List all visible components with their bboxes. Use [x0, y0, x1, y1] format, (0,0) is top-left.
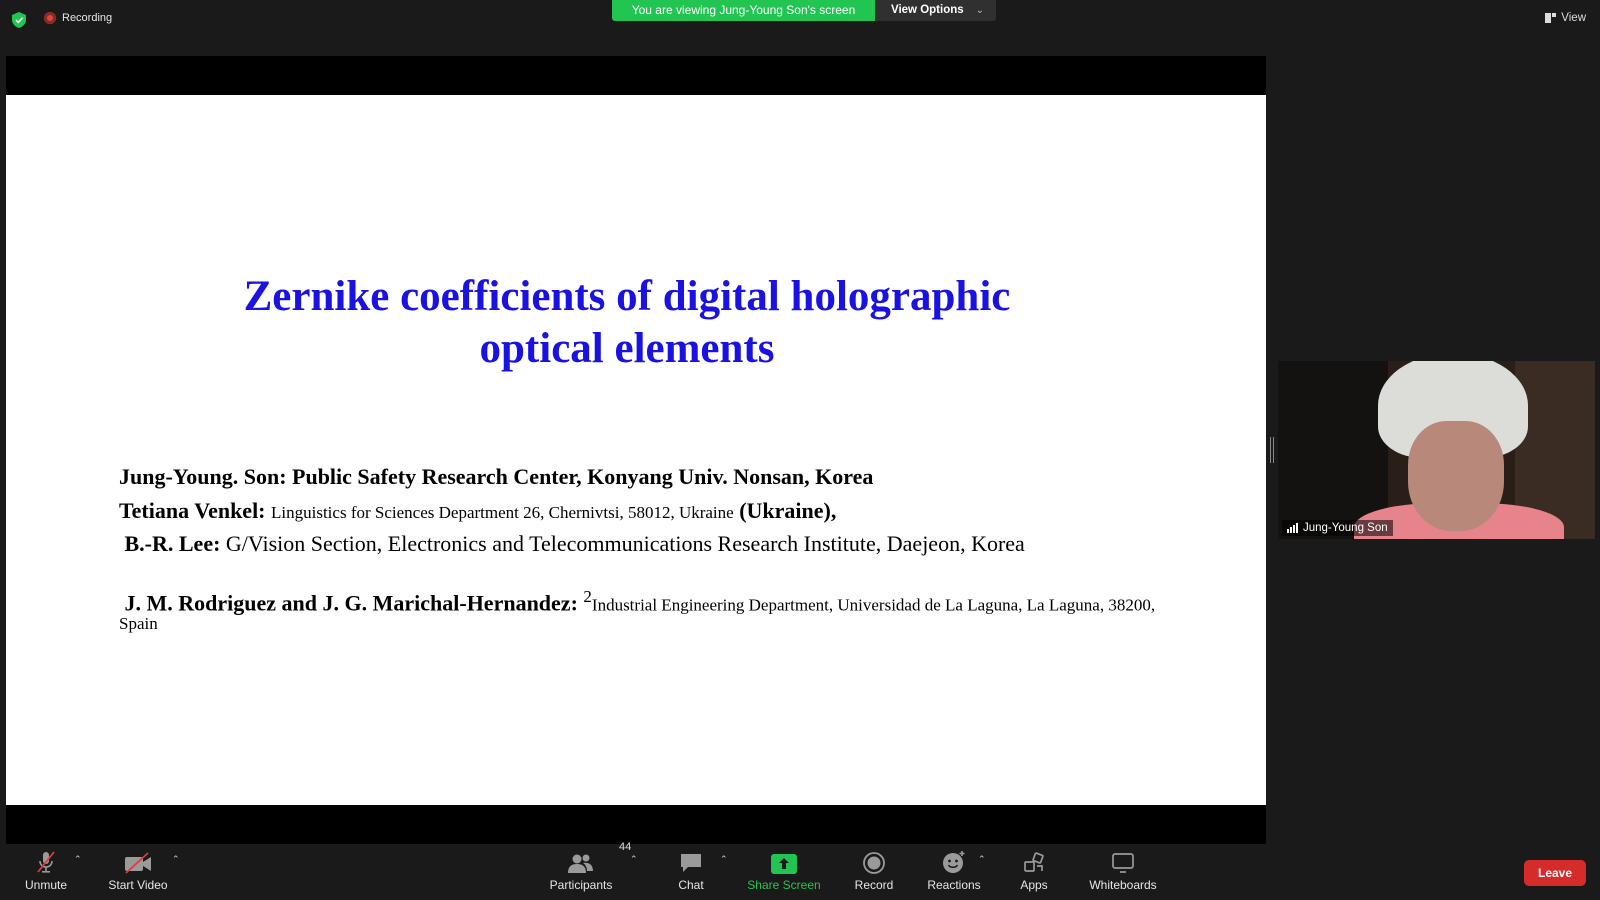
slide-title-line1: Zernike coefficients of digital holograp… [243, 273, 1011, 320]
slide-title: Zernike coefficients of digital holograp… [6, 271, 1266, 375]
apps-icon [1024, 852, 1044, 872]
reactions-button[interactable]: Reactions [925, 844, 983, 900]
author-3-name: B.-R. Lee: [124, 531, 221, 556]
panel-resize-handle[interactable] [1270, 437, 1274, 463]
author-3-affiliation: G/Vision Section, Electronics and Teleco… [225, 531, 1025, 556]
meeting-toolbar: Unmute ⌃ Start Video ⌃ 44 Participants ⌃ [0, 841, 1600, 900]
reactions-label: Reactions [927, 878, 981, 892]
author-2: Tetiana Venkel: Linguistics for Sciences… [119, 500, 1179, 524]
viewing-banner-text: You are viewing Jung-Young Son's screen [612, 0, 875, 21]
share-screen-button[interactable]: Share Screen [746, 844, 822, 900]
author-3: B.-R. Lee: G/Vision Section, Electronics… [119, 531, 1179, 556]
participants-count: 44 [619, 841, 632, 853]
reactions-icon [943, 851, 965, 873]
start-video-label: Start Video [108, 878, 168, 892]
author-1: Jung-Young. Son: Public Safety Research … [119, 466, 1179, 488]
participants-button[interactable]: 44 Participants [546, 841, 632, 900]
author-2-name: Tetiana Venkel: [119, 498, 266, 523]
leave-button[interactable]: Leave [1524, 860, 1586, 886]
presentation-slide: Zernike coefficients of digital holograp… [6, 95, 1266, 805]
video-options-caret-icon[interactable]: ⌃ [172, 854, 180, 865]
viewing-banner: You are viewing Jung-Young Son's screen … [612, 0, 996, 21]
layout-icon [1545, 13, 1557, 23]
chat-options-caret-icon[interactable]: ⌃ [720, 854, 728, 865]
signal-strength-icon [1287, 523, 1298, 533]
author-1-text: Jung-Young. Son: Public Safety Research … [119, 464, 874, 489]
recording-indicator[interactable]: Recording [44, 12, 112, 24]
participants-options-caret-icon[interactable]: ⌃ [630, 854, 638, 865]
whiteboard-icon [1112, 853, 1134, 873]
participant-face [1408, 421, 1504, 531]
microphone-muted-icon [37, 851, 55, 873]
video-off-icon [125, 852, 151, 874]
security-shield-icon[interactable] [12, 12, 26, 28]
recording-icon [44, 12, 56, 24]
start-video-button[interactable]: Start Video [106, 844, 170, 900]
chat-icon [681, 854, 701, 872]
chat-button[interactable]: Chat [667, 844, 715, 900]
audio-options-caret-icon[interactable]: ⌃ [74, 854, 82, 865]
reactions-options-caret-icon[interactable]: ⌃ [978, 854, 986, 865]
record-label: Record [854, 878, 894, 892]
apps-button[interactable]: Apps [1012, 844, 1056, 900]
slide-title-line2: optical elements [479, 325, 775, 372]
participant-video-tile[interactable]: Jung-Young Son [1278, 361, 1595, 539]
share-screen-label: Share Screen [747, 878, 821, 892]
view-options-button[interactable]: View Options ⌄ [875, 0, 996, 21]
participant-name: Jung-Young Son [1303, 522, 1388, 534]
view-button[interactable]: View [1545, 12, 1586, 24]
view-label: View [1561, 12, 1586, 24]
author-4-superscript: 2 [583, 587, 592, 606]
share-screen-icon [771, 854, 797, 874]
author-2-country: (Ukraine), [739, 498, 837, 523]
chat-label: Chat [678, 878, 704, 892]
participants-label: Participants [549, 878, 613, 892]
record-icon [863, 852, 885, 874]
author-4-name: J. M. Rodriguez and J. G. Marichal-Herna… [124, 590, 578, 616]
apps-label: Apps [1020, 878, 1048, 892]
unmute-label: Unmute [24, 878, 68, 892]
whiteboards-label: Whiteboards [1089, 878, 1157, 892]
whiteboards-button[interactable]: Whiteboards [1084, 844, 1162, 900]
record-button[interactable]: Record [848, 844, 900, 900]
chevron-down-icon: ⌄ [975, 5, 984, 16]
shared-screen[interactable]: Zernike coefficients of digital holograp… [6, 56, 1266, 844]
author-2-affiliation: Linguistics for Sciences Department 26, … [271, 503, 734, 522]
unmute-button[interactable]: Unmute [20, 844, 72, 900]
recording-label: Recording [62, 12, 113, 24]
view-options-label: View Options [891, 4, 964, 16]
participant-name-tag: Jung-Young Son [1282, 520, 1393, 536]
author-4: J. M. Rodriguez and J. G. Marichal-Herna… [119, 588, 1179, 632]
participants-icon [568, 854, 593, 873]
